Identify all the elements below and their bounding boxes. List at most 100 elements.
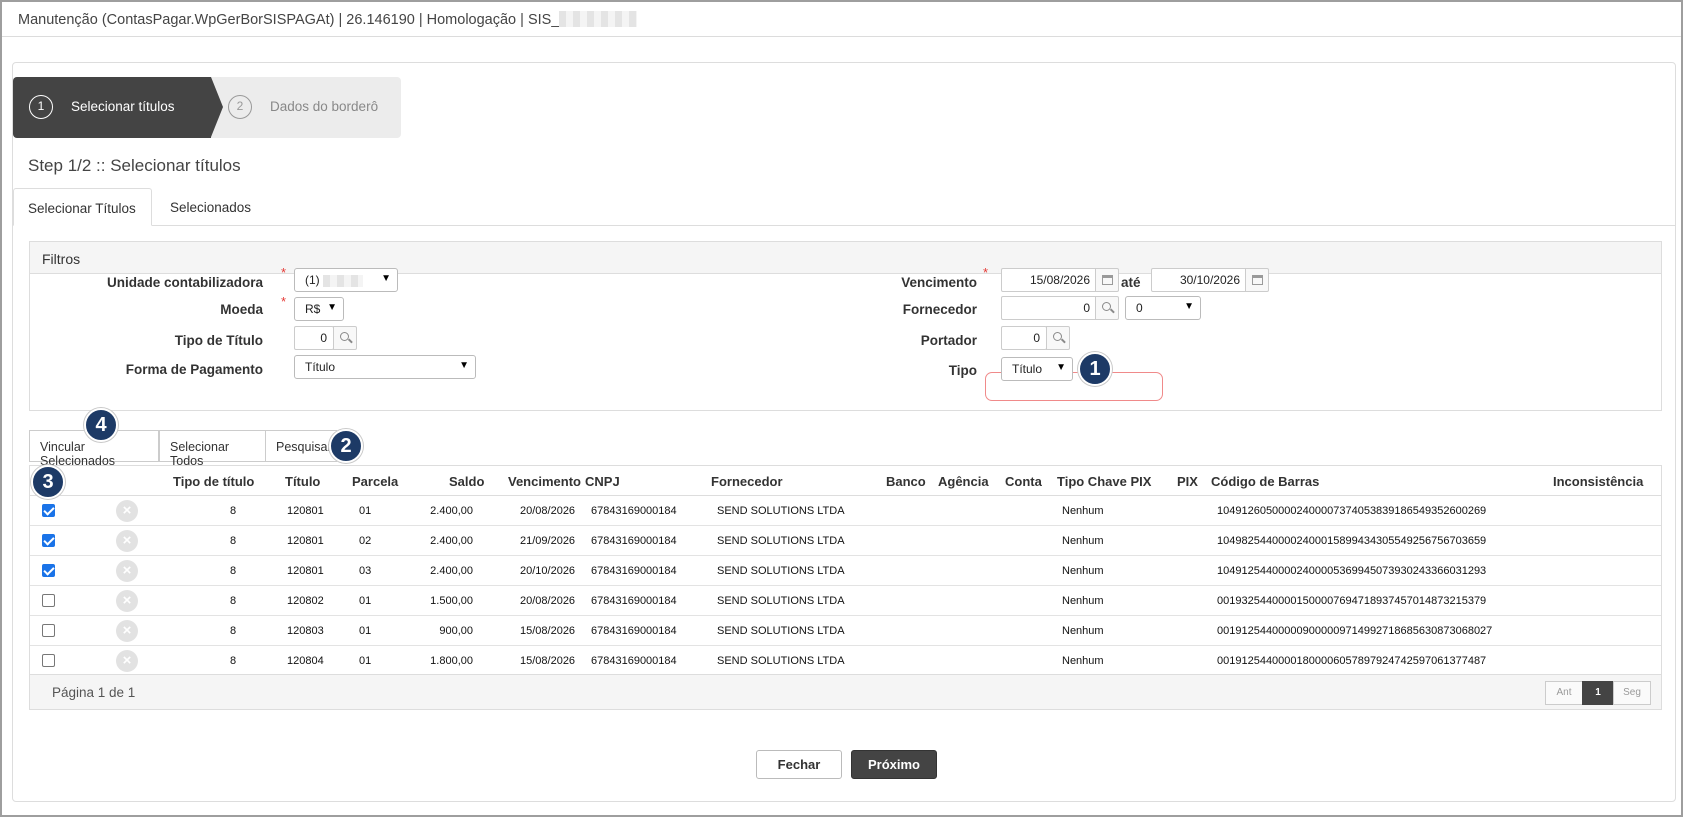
calendar-icon: [1252, 275, 1263, 285]
table-row[interactable]: × 8 120802 01 1.500,00 20/08/2026 678431690001…: [30, 586, 1661, 616]
cell-saldo: 900,00: [439, 625, 473, 637]
col-tipo-chave-pix[interactable]: Tipo Chave PIX: [1057, 474, 1151, 489]
col-codigo-barras[interactable]: Código de Barras: [1211, 474, 1319, 489]
tipo-value: Título: [1012, 362, 1043, 376]
step-1[interactable]: 1 Selecionar títulos: [13, 77, 223, 138]
cell-tipo: 8: [230, 505, 237, 517]
tipo-titulo-search-button[interactable]: [333, 326, 357, 350]
fornecedor-label: Fornecedor: [902, 302, 977, 317]
cell-tipo: 8: [230, 595, 237, 607]
callout-badge-4: 4: [84, 408, 118, 442]
cell-codigo-barras: 1049825440000240001589943430554925675670…: [1217, 535, 1487, 547]
cell-cnpj: 67843169000184: [591, 595, 677, 607]
vencimento-de-calendar-button[interactable]: [1095, 268, 1119, 292]
remove-icon[interactable]: ×: [116, 620, 138, 642]
cell-cnpj: 67843169000184: [591, 565, 677, 577]
remove-icon[interactable]: ×: [116, 560, 138, 582]
vencimento-label: Vencimento: [901, 275, 977, 290]
moeda-select[interactable]: R$ ▼: [294, 297, 344, 321]
tab-selecionar-titulos[interactable]: Selecionar Títulos: [13, 188, 152, 226]
vencimento-de-input[interactable]: 15/08/2026: [1001, 268, 1097, 292]
selecionar-todos-button[interactable]: Selecionar Todos: [159, 430, 266, 468]
table-row[interactable]: × 8 120801 01 2.400,00 20/08/2026 678431690001…: [30, 496, 1661, 526]
window-titlebar: Manutenção (ContasPagar.WpGerBorSISPAGAt…: [2, 2, 1681, 37]
remove-icon[interactable]: ×: [116, 650, 138, 672]
callout-badge-1: 1: [1078, 352, 1112, 386]
portador-search-button[interactable]: [1046, 326, 1070, 350]
row-checkbox[interactable]: [42, 534, 55, 547]
row-checkbox[interactable]: [42, 564, 55, 577]
fornecedor-select[interactable]: 0 ▼: [1125, 296, 1201, 320]
col-banco[interactable]: Banco: [886, 474, 926, 489]
forma-pagamento-select[interactable]: Título ▼: [294, 355, 476, 379]
cell-fornecedor: SEND SOLUTIONS LTDA: [717, 625, 845, 637]
fornecedor-input[interactable]: 0: [1001, 296, 1097, 320]
moeda-label: Moeda: [220, 302, 263, 317]
callout-badge-3: 3: [31, 465, 65, 499]
remove-icon[interactable]: ×: [116, 500, 138, 522]
col-vencimento[interactable]: Vencimento: [508, 474, 581, 489]
col-fornecedor[interactable]: Fornecedor: [711, 474, 783, 489]
cell-parcela: 01: [359, 595, 372, 607]
table-row[interactable]: × 8 120801 02 2.400,00 21/09/2026 678431690001…: [30, 526, 1661, 556]
grid-header: Tipo de título Título Parcela Saldo Venc…: [30, 466, 1661, 496]
table-row[interactable]: × 8 120804 01 1.800,00 15/08/2026 678431690001…: [30, 646, 1661, 676]
col-inconsistencia[interactable]: Inconsistência: [1553, 474, 1643, 489]
col-titulo[interactable]: Título: [285, 474, 320, 489]
cell-tipo-pix: Nenhum: [1062, 565, 1104, 577]
cell-vencimento: 21/09/2026: [520, 535, 576, 547]
col-parcela[interactable]: Parcela: [352, 474, 398, 489]
fornecedor-search-button[interactable]: [1095, 296, 1119, 320]
cell-fornecedor: SEND SOLUTIONS LTDA: [717, 655, 845, 667]
row-checkbox[interactable]: [42, 594, 55, 607]
cell-cnpj: 67843169000184: [591, 655, 677, 667]
tipo-titulo-label: Tipo de Título: [174, 333, 263, 348]
portador-label: Portador: [920, 333, 977, 348]
remove-icon[interactable]: ×: [116, 530, 138, 552]
search-icon: [1102, 302, 1111, 311]
pagination-next-button[interactable]: Seg: [1613, 681, 1651, 705]
tab-selecionados[interactable]: Selecionados: [156, 188, 265, 226]
cell-tipo: 8: [230, 565, 237, 577]
row-checkbox[interactable]: [42, 654, 55, 667]
portador-input[interactable]: 0: [1001, 326, 1047, 350]
chevron-down-icon: ▼: [459, 360, 469, 371]
pagination-prev-button[interactable]: Ant: [1545, 681, 1583, 705]
cell-tipo-pix: Nenhum: [1062, 595, 1104, 607]
chevron-down-icon: ▼: [381, 273, 391, 284]
cell-vencimento: 20/08/2026: [520, 595, 576, 607]
cell-tipo: 8: [230, 655, 237, 667]
tipo-select[interactable]: Título ▼: [1001, 357, 1073, 381]
col-tipo-titulo[interactable]: Tipo de título: [173, 474, 254, 489]
proximo-button[interactable]: Próximo: [851, 750, 937, 779]
col-conta[interactable]: Conta: [1005, 474, 1042, 489]
titles-grid: Tipo de título Título Parcela Saldo Venc…: [29, 465, 1662, 710]
grid-footer: Página 1 de 1 Ant 1 Seg: [30, 674, 1661, 709]
cell-tipo-pix: Nenhum: [1062, 625, 1104, 637]
row-checkbox[interactable]: [42, 504, 55, 517]
table-row[interactable]: × 8 120801 03 2.400,00 20/10/2026 678431690001…: [30, 556, 1661, 586]
cell-parcela: 01: [359, 625, 372, 637]
cell-codigo-barras: 1049125440000240000536994507393024336603…: [1217, 565, 1487, 577]
col-saldo[interactable]: Saldo: [449, 474, 484, 489]
cell-tipo-pix: Nenhum: [1062, 535, 1104, 547]
vencimento-ate-calendar-button[interactable]: [1245, 268, 1269, 292]
col-pix[interactable]: PIX: [1177, 474, 1198, 489]
row-checkbox[interactable]: [42, 624, 55, 637]
fechar-button[interactable]: Fechar: [756, 750, 842, 779]
vencimento-ate-input[interactable]: 30/10/2026: [1151, 268, 1247, 292]
unidade-redacted: [323, 275, 364, 287]
filters-panel: Filtros: [29, 241, 1662, 411]
col-agencia[interactable]: Agência: [938, 474, 989, 489]
cell-tipo-pix: Nenhum: [1062, 505, 1104, 517]
ate-label: até: [1121, 275, 1141, 290]
remove-icon[interactable]: ×: [116, 590, 138, 612]
tipo-titulo-input[interactable]: 0: [294, 326, 334, 350]
col-cnpj[interactable]: CNPJ: [585, 474, 620, 489]
pagination-page-1[interactable]: 1: [1582, 681, 1614, 705]
table-row[interactable]: × 8 120803 01 900,00 15/08/2026 67843169000184…: [30, 616, 1661, 646]
cell-fornecedor: SEND SOLUTIONS LTDA: [717, 535, 845, 547]
pesquisar-button[interactable]: Pesquisar: [265, 430, 337, 462]
unidade-select[interactable]: (1) ▼: [294, 268, 398, 292]
cell-saldo: 2.400,00: [430, 535, 473, 547]
